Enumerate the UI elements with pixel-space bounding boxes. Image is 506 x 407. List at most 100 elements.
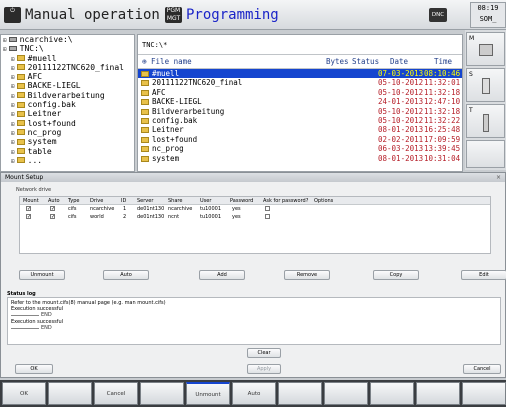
drive-icon (8, 37, 17, 42)
mount-row[interactable]: ✓ ✓ cifs world 2 de01nt130 ncnt tu10001 yes (20, 213, 490, 221)
expand-icon[interactable]: ⊞ (11, 158, 15, 165)
file-row[interactable]: AFC 05-10-2012 11:32:18 (138, 88, 462, 97)
mount-checkbox[interactable]: ✓ (26, 206, 31, 212)
expand-icon[interactable]: ⊞ (11, 56, 15, 63)
softkey-empty-10[interactable] (462, 382, 506, 405)
softkey-unmount[interactable]: Unmount (186, 382, 230, 405)
file-row[interactable]: Bildverarbeitung 05-10-2012 11:32:18 (138, 107, 462, 116)
mount-table[interactable]: Mount Auto Type Drive ID Server Share Us… (19, 196, 491, 254)
folder-icon (16, 110, 25, 117)
directory-tree[interactable]: ⊞ ncarchive:\ ⊞ TNC:\ ⊞ #muell ⊞ 20111122TNC620… (0, 34, 135, 172)
tree-node[interactable]: ⊞... (1, 156, 134, 165)
softkey-auto[interactable]: Auto (232, 382, 276, 405)
tree-node[interactable]: ⊞ TNC:\ (1, 44, 134, 53)
auto-button[interactable]: Auto (103, 270, 149, 280)
expand-icon[interactable]: ⊞ (3, 46, 7, 53)
softkey-ok[interactable]: OK (2, 382, 46, 405)
file-name: 20111122TNC620_final (152, 78, 243, 88)
clear-button[interactable]: Clear (247, 348, 281, 358)
softkey-empty-3[interactable] (140, 382, 184, 405)
col-time[interactable]: Time (434, 55, 452, 69)
cancel-button[interactable]: Cancel (463, 364, 501, 374)
mode-title: Manual operation (25, 7, 160, 23)
expand-icon[interactable]: ⊞ (11, 111, 15, 118)
col-status[interactable]: Status (352, 55, 379, 69)
file-row[interactable]: config.bak 05-10-2012 11:32:22 (138, 116, 462, 125)
file-time: 11:32:22 (424, 115, 461, 125)
file-row[interactable]: BACKE-LIEGL 24-01-2013 12:47:10 (138, 97, 462, 106)
file-row[interactable]: Leitner 08-01-2013 16:25:48 (138, 125, 462, 134)
softkey-s[interactable]: S (466, 68, 505, 102)
expand-icon[interactable]: ⊞ (11, 74, 15, 81)
tree-node[interactable]: ⊞ 20111122TNC620_final (1, 63, 134, 72)
tree-node[interactable]: ⊞ system (1, 137, 134, 146)
ok-button[interactable]: OK (15, 364, 53, 374)
folder-icon (141, 99, 149, 106)
expand-icon[interactable]: ⊞ (3, 37, 7, 44)
unmount-button[interactable]: Unmount (19, 270, 65, 280)
softkey-empty-8[interactable] (370, 382, 414, 405)
tree-node[interactable]: ⊞ AFC (1, 72, 134, 81)
expand-icon[interactable]: ⊞ (11, 149, 15, 156)
tree-node[interactable]: ⊞ config.bak (1, 100, 134, 109)
file-row[interactable]: #muell 07-03-2013 08:10:46 (138, 69, 462, 79)
dnc-icon[interactable]: DNC (429, 8, 447, 22)
status-log[interactable]: Refer to the mount.cifs(8) manual page (… (7, 297, 501, 345)
top-header: ⏻ Manual operation PGM MGT Programming D… (0, 0, 506, 30)
tree-node[interactable]: ⊞ Bildverarbeitung (1, 91, 134, 100)
ask-password-checkbox[interactable] (265, 206, 270, 211)
folder-icon (141, 108, 149, 115)
file-row[interactable]: nc_prog 06-03-2013 13:39:45 (138, 144, 462, 153)
mode-manual-operation[interactable]: ⏻ Manual operation (4, 5, 160, 25)
mode-programming[interactable]: PGM MGT Programming (165, 5, 279, 25)
tree-node[interactable]: ⊞ nc_prog (1, 128, 134, 137)
file-row[interactable]: 20111122TNC620_final 05-10-2012 11:32:01 (138, 78, 462, 87)
folder-icon (141, 117, 149, 124)
tree-node[interactable]: ⊞ BACKE-LIEGL (1, 81, 134, 90)
cell-drive: world (90, 214, 104, 220)
expand-icon[interactable]: ⊞ (11, 139, 15, 146)
tree-node[interactable]: ⊞ #muell (1, 54, 134, 63)
tree-node[interactable]: ⊞ Leitner (1, 109, 134, 118)
softkey-blank[interactable] (466, 140, 505, 168)
file-row[interactable]: system 08-01-2013 10:31:04 (138, 154, 462, 163)
edit-button[interactable]: Edit (461, 270, 506, 280)
softkey-t[interactable]: T (466, 104, 505, 138)
expand-icon[interactable]: ⊞ (11, 93, 15, 100)
add-button[interactable]: Add (199, 270, 245, 280)
folder-icon (141, 71, 149, 77)
col-date[interactable]: Date (390, 55, 408, 69)
apply-button[interactable]: Apply (247, 364, 281, 374)
tree-node[interactable]: ⊞ table (1, 147, 134, 156)
file-date: 06-03-2013 (378, 144, 424, 154)
expand-icon[interactable]: ⊞ (11, 130, 15, 137)
file-row[interactable]: lost+found 02-02-2011 17:09:59 (138, 135, 462, 144)
tree-node[interactable]: ⊞ ncarchive:\ (1, 35, 134, 44)
copy-button[interactable]: Copy (373, 270, 419, 280)
softkey-empty-6[interactable] (278, 382, 322, 405)
softkey-m[interactable]: M (466, 32, 505, 66)
auto-checkbox[interactable]: ✓ (50, 206, 55, 212)
col-file-name[interactable]: ⊕ File name (142, 55, 192, 69)
softkey-empty-1[interactable] (48, 382, 92, 405)
file-time: 10:31:04 (424, 153, 461, 163)
softkey-empty-9[interactable] (416, 382, 460, 405)
ask-password-checkbox[interactable] (265, 214, 270, 219)
file-list[interactable]: TNC:\* ⊕ File name Bytes Status Date Tim… (137, 34, 463, 172)
expand-icon[interactable]: ⊞ (11, 102, 15, 109)
tree-node[interactable]: ⊞ lost+found (1, 119, 134, 128)
log-line: END (11, 312, 497, 318)
mount-checkbox[interactable]: ✓ (26, 214, 31, 220)
auto-checkbox[interactable]: ✓ (50, 214, 55, 220)
close-icon[interactable]: × (496, 173, 501, 182)
file-date: 24-01-2013 (378, 97, 424, 107)
expand-icon[interactable]: ⊞ (11, 121, 15, 128)
folder-icon (16, 120, 25, 127)
col-bytes[interactable]: Bytes (326, 55, 349, 69)
softkey-cancel[interactable]: Cancel (94, 382, 138, 405)
mount-row[interactable]: ✓ ✓ cifs ncarchive 1 de01nt130 ncarchive tu1000… (20, 205, 490, 213)
expand-icon[interactable]: ⊞ (11, 83, 15, 90)
remove-button[interactable]: Remove (284, 270, 330, 280)
expand-icon[interactable]: ⊞ (11, 65, 15, 72)
softkey-empty-7[interactable] (324, 382, 368, 405)
